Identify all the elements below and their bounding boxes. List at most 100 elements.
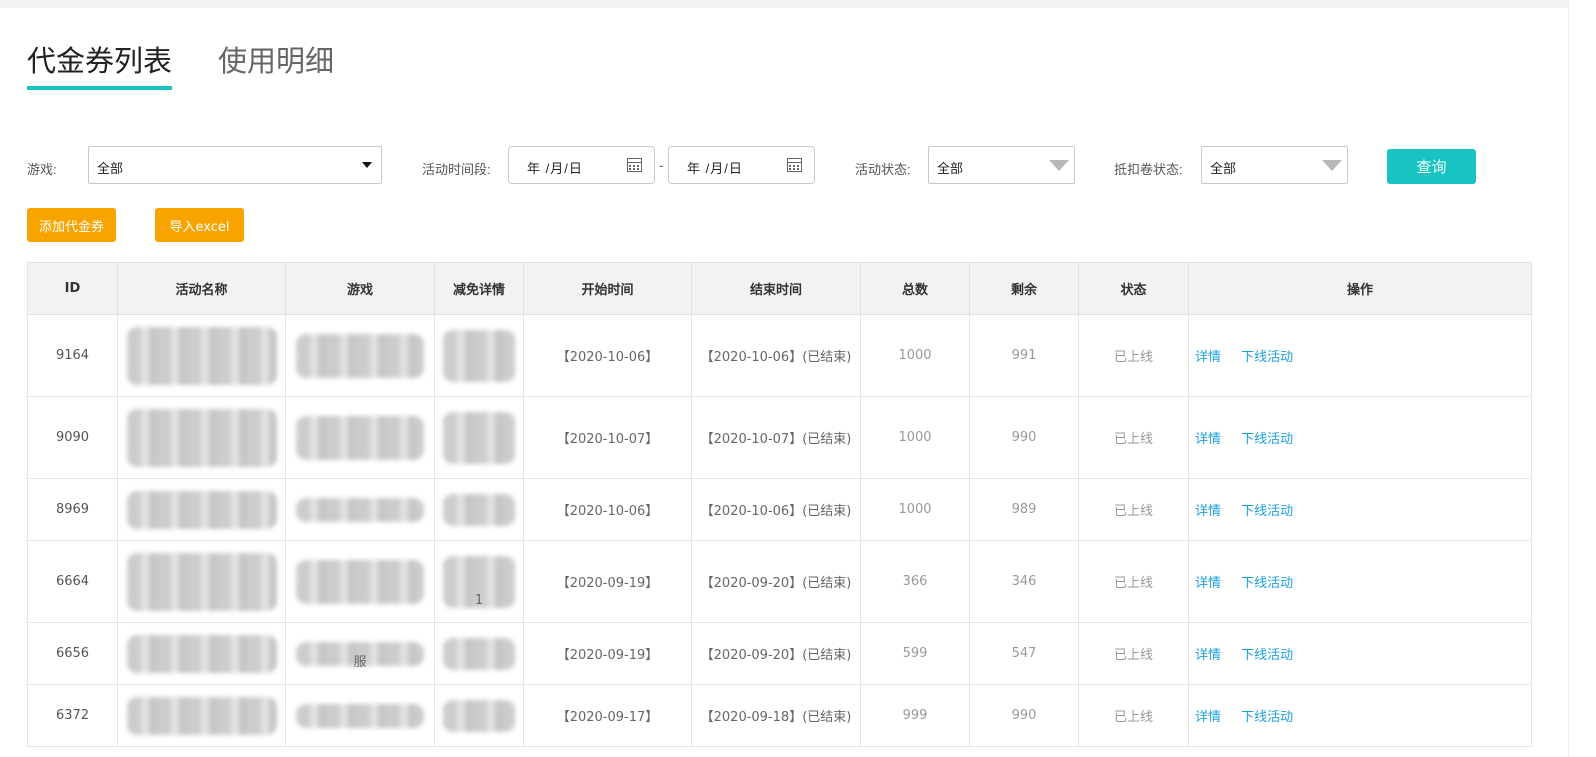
import-excel-button[interactable]: 导入excel — [155, 208, 244, 242]
cell-total: 1000 — [860, 478, 970, 541]
detail-link[interactable]: 详情 — [1195, 710, 1221, 725]
offline-activity-link[interactable]: 下线活动 — [1241, 648, 1293, 663]
game-select-value: 全部 — [97, 161, 124, 176]
period-filter-label: 活动时间段: — [422, 162, 491, 177]
table-row: 6372 【2020-09-17】 【2020-09-18】(已结束) 999 … — [27, 684, 1532, 747]
offline-activity-link[interactable]: 下线活动 — [1241, 576, 1293, 591]
activity-status-label: 活动状态: — [855, 162, 911, 177]
cell-start-time: 【2020-10-06】 — [523, 478, 692, 541]
cell-end-time: 【2020-09-20】(已结束) — [691, 540, 861, 623]
tab-usage-detail[interactable]: 使用明细 — [218, 38, 334, 90]
cell-game: 服 — [285, 622, 435, 685]
cell-status: 已上线 — [1078, 478, 1189, 541]
cell-end-time: 【2020-09-20】(已结束) — [691, 622, 861, 685]
detail-link[interactable]: 详情 — [1195, 504, 1221, 519]
voucher-status-value: 全部 — [1210, 161, 1237, 176]
cell-discount-detail — [434, 314, 524, 397]
end-date-input[interactable]: 年 /月/日 — [668, 146, 815, 184]
redacted-discount-detail — [443, 329, 515, 382]
cell-operations: 详情 下线活动 — [1188, 684, 1532, 747]
cell-game — [285, 540, 435, 623]
start-date-value: 年 /月/日 — [527, 161, 583, 176]
calendar-icon[interactable] — [627, 158, 642, 172]
voucher-page: 代金券列表 使用明细 游戏: 全部 活动时间段: 年 /月/日 - 年 /月/日… — [0, 8, 1568, 757]
query-button[interactable]: 查询 — [1387, 149, 1476, 184]
cell-remaining: 991 — [969, 314, 1079, 397]
col-header-operations: 操作 — [1188, 262, 1532, 315]
table-header-row: ID 活动名称 游戏 减免详情 开始时间 结束时间 总数 剩余 状态 操作 — [27, 262, 1532, 315]
col-header-total: 总数 — [860, 262, 970, 315]
cell-remaining: 990 — [969, 684, 1079, 747]
offline-activity-link[interactable]: 下线活动 — [1241, 710, 1293, 725]
cell-game — [285, 314, 435, 397]
cell-status: 已上线 — [1078, 540, 1189, 623]
voucher-table-wrap: ID 活动名称 游戏 减免详情 开始时间 结束时间 总数 剩余 状态 操作 91… — [27, 262, 1532, 747]
cell-game — [285, 684, 435, 747]
cell-activity-name — [117, 478, 286, 541]
cell-start-time: 【2020-10-07】 — [523, 396, 692, 479]
offline-activity-link[interactable]: 下线活动 — [1241, 432, 1293, 447]
tab-voucher-list[interactable]: 代金券列表 — [27, 38, 173, 90]
cell-operations: 详情 下线活动 — [1188, 396, 1532, 479]
cell-remaining: 547 — [969, 622, 1079, 685]
offline-activity-link[interactable]: 下线活动 — [1241, 504, 1293, 519]
redacted-game-name — [296, 497, 424, 522]
cell-start-time: 【2020-09-17】 — [523, 684, 692, 747]
redacted-discount-detail — [443, 411, 515, 464]
detail-link[interactable]: 详情 — [1195, 432, 1221, 447]
cell-id: 9090 — [27, 396, 118, 479]
col-header-id: ID — [27, 262, 118, 315]
detail-link[interactable]: 详情 — [1195, 648, 1221, 663]
redacted-activity-name — [126, 490, 277, 529]
cell-activity-name — [117, 314, 286, 397]
voucher-status-select[interactable]: 全部 — [1201, 146, 1348, 184]
activity-status-select[interactable]: 全部 — [928, 146, 1075, 184]
offline-activity-link[interactable]: 下线活动 — [1241, 350, 1293, 365]
voucher-table: ID 活动名称 游戏 减免详情 开始时间 结束时间 总数 剩余 状态 操作 91… — [27, 262, 1532, 747]
redacted-activity-name — [126, 326, 277, 385]
cell-discount-detail — [434, 684, 524, 747]
cell-end-time: 【2020-09-18】(已结束) — [691, 684, 861, 747]
table-row: 9090 【2020-10-07】 【2020-10-07】(已结束) 1000… — [27, 396, 1532, 479]
redacted-discount-detail — [443, 699, 515, 732]
col-header-activity-name: 活动名称 — [117, 262, 286, 315]
game-select[interactable]: 全部 — [88, 146, 382, 184]
dropdown-caret-icon — [362, 162, 372, 168]
start-date-input[interactable]: 年 /月/日 — [508, 146, 655, 184]
game-visible-text: 服 — [353, 655, 367, 670]
col-header-remaining: 剩余 — [969, 262, 1079, 315]
redacted-activity-name — [126, 408, 277, 467]
date-separator: - — [659, 157, 664, 173]
cell-activity-name — [117, 684, 286, 747]
right-scroll-strip — [1568, 0, 1596, 757]
redacted-activity-name — [126, 634, 277, 673]
cell-total: 1000 — [860, 314, 970, 397]
cell-id: 6664 — [27, 540, 118, 623]
detail-link[interactable]: 详情 — [1195, 350, 1221, 365]
redacted-discount-detail — [443, 493, 515, 526]
col-header-discount-detail: 减免详情 — [434, 262, 524, 315]
cell-status: 已上线 — [1078, 622, 1189, 685]
tab-bar: 代金券列表 使用明细 — [27, 38, 334, 90]
cell-discount-detail — [434, 478, 524, 541]
table-row: 6664 1 【2020-09-19】 【2020-09-20】(已结束) 36… — [27, 540, 1532, 623]
voucher-status-label: 抵扣卷状态: — [1114, 162, 1183, 177]
col-header-end-time: 结束时间 — [691, 262, 861, 315]
add-voucher-button[interactable]: 添加代金券 — [27, 208, 116, 242]
redacted-activity-name — [126, 696, 277, 735]
cell-activity-name — [117, 622, 286, 685]
col-header-status: 状态 — [1078, 262, 1189, 315]
calendar-icon[interactable] — [787, 158, 802, 172]
cell-total: 999 — [860, 684, 970, 747]
cell-end-time: 【2020-10-06】(已结束) — [691, 314, 861, 397]
cell-operations: 详情 下线活动 — [1188, 478, 1532, 541]
cell-activity-name — [117, 396, 286, 479]
detail-link[interactable]: 详情 — [1195, 576, 1221, 591]
cell-discount-detail — [434, 622, 524, 685]
cell-start-time: 【2020-10-06】 — [523, 314, 692, 397]
redacted-game-name — [296, 559, 424, 604]
cell-status: 已上线 — [1078, 396, 1189, 479]
cell-activity-name — [117, 540, 286, 623]
cell-status: 已上线 — [1078, 684, 1189, 747]
table-row: 8969 【2020-10-06】 【2020-10-06】(已结束) 1000… — [27, 478, 1532, 541]
